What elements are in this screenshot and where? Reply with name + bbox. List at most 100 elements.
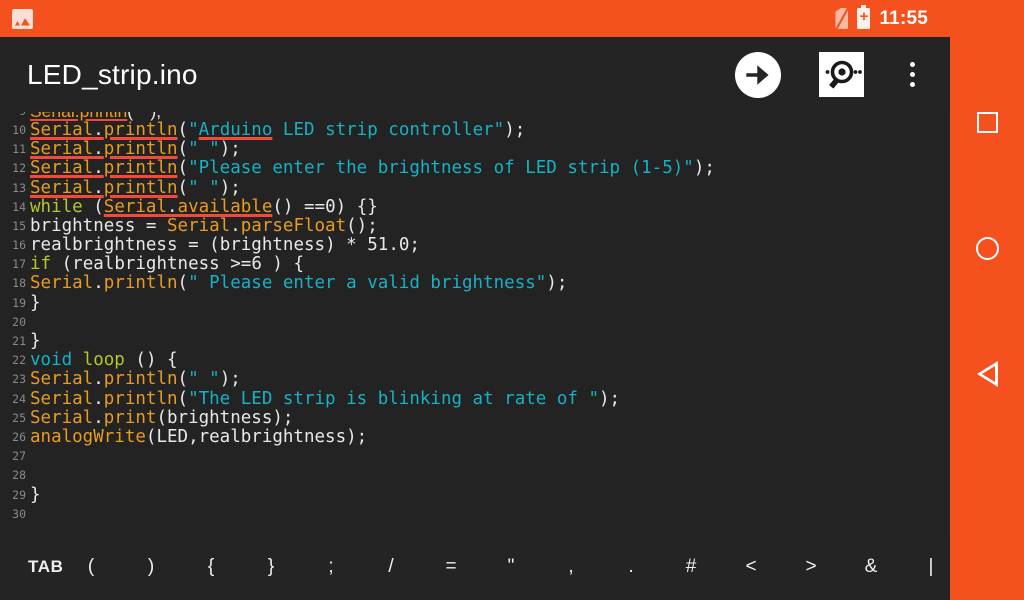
line-number: 13 [12, 180, 26, 195]
line-number: 12 [12, 161, 26, 176]
symbol-key-10[interactable]: . [618, 555, 644, 579]
line-number: 23 [12, 372, 26, 387]
symbol-key-12[interactable]: < [738, 555, 764, 579]
line-number: 25 [12, 410, 26, 425]
triangle-left-icon [976, 361, 998, 387]
code-line[interactable]: 28 [0, 466, 950, 485]
no-sim-icon [835, 8, 849, 29]
overflow-menu-button[interactable] [896, 52, 928, 98]
code-line-text: } [30, 292, 41, 313]
code-line-text: Serial.println("The LED strip is blinkin… [30, 388, 621, 409]
code-line[interactable]: 26 analogWrite(LED,realbrightness); [0, 426, 950, 447]
code-line[interactable]: 21} [0, 331, 950, 352]
code-line[interactable]: 18 Serial.println(" Please enter a valid … [0, 273, 950, 294]
symbol-key-6[interactable]: / [378, 555, 404, 579]
line-number: 29 [12, 487, 26, 502]
line-number: 30 [12, 506, 26, 521]
line-number: 9 [0, 112, 30, 121]
line-number: 18 [12, 276, 26, 291]
symbol-key-2[interactable]: ) [138, 555, 164, 579]
no-sim-slash-icon [835, 8, 848, 29]
page-title: LED_strip.ino [27, 58, 198, 90]
back-button[interactable] [950, 337, 1024, 411]
code-line-text: Serial.println(" Please enter a valid br… [30, 273, 568, 294]
code-line[interactable]: 14 while (Serial.available() ==0) {} [0, 196, 950, 217]
symbol-toolbar[interactable]: TAB() {}; / = ",. # < > & | [0, 536, 950, 600]
symbol-key-tab[interactable]: TAB [14, 555, 86, 579]
more-vertical-icon-dot [909, 72, 915, 77]
gallery-icon [12, 8, 33, 29]
upload-button[interactable] [735, 51, 781, 98]
symbol-key-4[interactable]: } [258, 555, 284, 579]
code-line[interactable]: 19} [0, 292, 950, 313]
code-line[interactable]: 24 Serial.println("The LED strip is blink… [0, 388, 950, 409]
code-lines[interactable]: 10 Serial.println("Arduino LED strip cont… [0, 119, 950, 524]
code-editor[interactable]: 9 Serial.println(" "); 10 Serial.println(… [0, 112, 950, 536]
status-bar-system-icons: 11:55 [835, 5, 950, 29]
symbol-key-9[interactable]: , [558, 555, 584, 579]
code-line-text: Serial.println(" "); [30, 369, 241, 390]
symbol-key-3[interactable]: { [198, 555, 224, 579]
code-line-text: Serial.println("Please enter the brightn… [30, 158, 715, 179]
code-line[interactable]: 16 realbrightness = (brightness) * 51.0; [0, 236, 950, 255]
status-bar: 11:55 [0, 0, 950, 37]
code-line-text: Serial.println(" "); [30, 139, 241, 160]
code-line-text: while (Serial.available() ==0) {} [30, 196, 378, 217]
home-button[interactable] [950, 211, 1024, 285]
android-screen: 11:55 LED_strip.ino [0, 0, 1024, 600]
app-bar: LED_strip.ino [0, 37, 950, 112]
code-line-text: Serial.print(brightness); [30, 407, 294, 428]
more-vertical-icon-dot [909, 62, 915, 67]
code-line-text: if (realbrightness >=6 ) { [30, 254, 305, 275]
line-number: 21 [12, 334, 26, 349]
serial-monitor-button[interactable] [819, 52, 864, 97]
code-line[interactable]: 13 Serial.println(" "); [0, 177, 950, 198]
line-number: 11 [12, 142, 26, 157]
app-bar-actions [735, 51, 950, 98]
code-line-text: Serial.println(" "); [30, 177, 241, 198]
circle-icon [975, 236, 999, 260]
line-number: 28 [12, 468, 26, 483]
serial-monitor-icon [825, 60, 862, 89]
line-number: 22 [12, 353, 26, 368]
code-line-text: } [30, 484, 41, 505]
symbol-key-7[interactable]: = [438, 555, 464, 579]
code-line[interactable]: 22 void loop () { [0, 351, 950, 370]
arrow-right-icon [746, 64, 769, 85]
code-line[interactable]: 23 Serial.println(" "); [0, 370, 950, 389]
line-number: 19 [12, 295, 26, 310]
symbol-key-13[interactable]: > [798, 555, 824, 579]
symbol-key-1[interactable]: ( [78, 555, 104, 579]
code-line[interactable]: 30 [0, 505, 950, 524]
symbol-key-15[interactable]: | [918, 555, 944, 579]
code-line[interactable]: 10 Serial.println("Arduino LED strip cont… [0, 119, 950, 140]
symbol-key-8[interactable]: " [498, 555, 524, 579]
code-line-text: Serial.println("Arduino LED strip contro… [30, 119, 526, 140]
recents-button[interactable] [950, 85, 1024, 159]
code-line[interactable]: 27 [0, 447, 950, 466]
code-line-text: analogWrite(LED,realbrightness); [30, 426, 368, 447]
code-line[interactable]: 20 [0, 313, 950, 332]
line-number: 20 [12, 314, 26, 329]
code-line[interactable]: 12 Serial.println("Please enter the brigh… [0, 159, 950, 178]
line-number: 26 [12, 429, 26, 444]
more-vertical-icon-dot [909, 82, 915, 87]
code-line-text: } [30, 331, 41, 352]
line-number: 16 [12, 238, 26, 253]
line-number: 24 [12, 391, 26, 406]
code-line[interactable]: 11 Serial.println(" "); [0, 140, 950, 159]
code-line[interactable]: 15 brightness = Serial.parseFloat(); [0, 215, 950, 236]
code-line-text: brightness = Serial.parseFloat(); [30, 215, 378, 236]
navigation-bar [950, 0, 1024, 600]
line-number: 10 [12, 122, 26, 137]
code-line[interactable]: 17 if (realbrightness >=6 ) { [0, 255, 950, 274]
symbol-key-5[interactable]: ; [318, 555, 344, 579]
square-icon [976, 111, 998, 133]
code-line-text: void loop () { [30, 350, 178, 371]
symbol-key-14[interactable]: & [858, 555, 884, 579]
code-line[interactable]: 25 Serial.print(brightness); [0, 407, 950, 428]
code-line[interactable]: 29} [0, 484, 950, 505]
symbol-key-11[interactable]: # [678, 555, 704, 579]
line-number: 27 [12, 449, 26, 464]
line-number: 17 [12, 257, 26, 272]
